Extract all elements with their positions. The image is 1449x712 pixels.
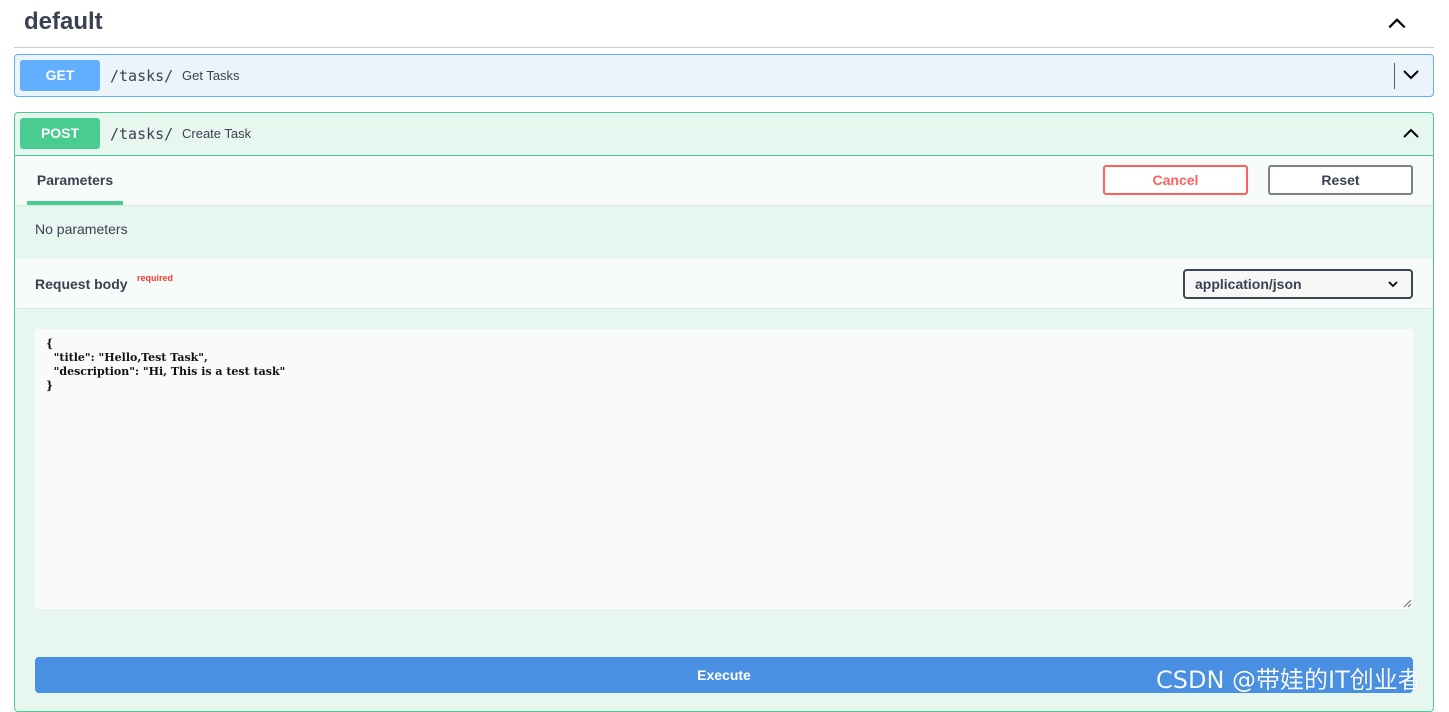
operation-description: Get Tasks bbox=[182, 68, 240, 83]
operation-summary-post[interactable]: POST /tasks/ Create Task bbox=[15, 113, 1433, 155]
content-type-select[interactable]: application/json bbox=[1183, 269, 1413, 299]
watermark: CSDN @带娃的IT创业者 bbox=[1156, 666, 1422, 694]
section-title: default bbox=[24, 8, 103, 35]
chevron-down-icon[interactable] bbox=[1401, 65, 1421, 85]
method-badge-get: GET bbox=[20, 60, 100, 91]
request-body-header: Request body required application/json bbox=[15, 259, 1433, 309]
operation-summary-get[interactable]: GET /tasks/ Get Tasks bbox=[15, 55, 1433, 97]
operation-path: /tasks/ bbox=[110, 67, 174, 85]
required-marker: required bbox=[137, 273, 174, 283]
operation-get-tasks: GET /tasks/ Get Tasks bbox=[14, 54, 1434, 97]
chevron-down-icon bbox=[1388, 281, 1398, 288]
chevron-up-icon[interactable] bbox=[1401, 123, 1421, 143]
reset-button[interactable]: Reset bbox=[1268, 165, 1413, 195]
method-badge-post: POST bbox=[20, 118, 100, 149]
section-header[interactable]: default bbox=[14, 0, 1434, 48]
operation-description: Create Task bbox=[182, 126, 252, 141]
no-parameters-text: No parameters bbox=[35, 221, 128, 237]
divider bbox=[1394, 63, 1395, 89]
content-type-value: application/json bbox=[1195, 276, 1302, 292]
chevron-up-icon[interactable] bbox=[1386, 12, 1408, 34]
cancel-button[interactable]: Cancel bbox=[1103, 165, 1248, 195]
request-body-editor[interactable]: { "title": "Hello,Test Task", "descripti… bbox=[35, 329, 1413, 609]
parameters-header: Parameters Cancel Reset bbox=[15, 156, 1433, 206]
resize-handle-icon[interactable] bbox=[1403, 599, 1412, 608]
request-body-label: Request body bbox=[35, 276, 128, 292]
operation-create-task: POST /tasks/ Create Task Parameters Canc… bbox=[14, 112, 1434, 712]
operation-path: /tasks/ bbox=[110, 125, 174, 143]
tab-parameters[interactable]: Parameters bbox=[27, 156, 123, 205]
